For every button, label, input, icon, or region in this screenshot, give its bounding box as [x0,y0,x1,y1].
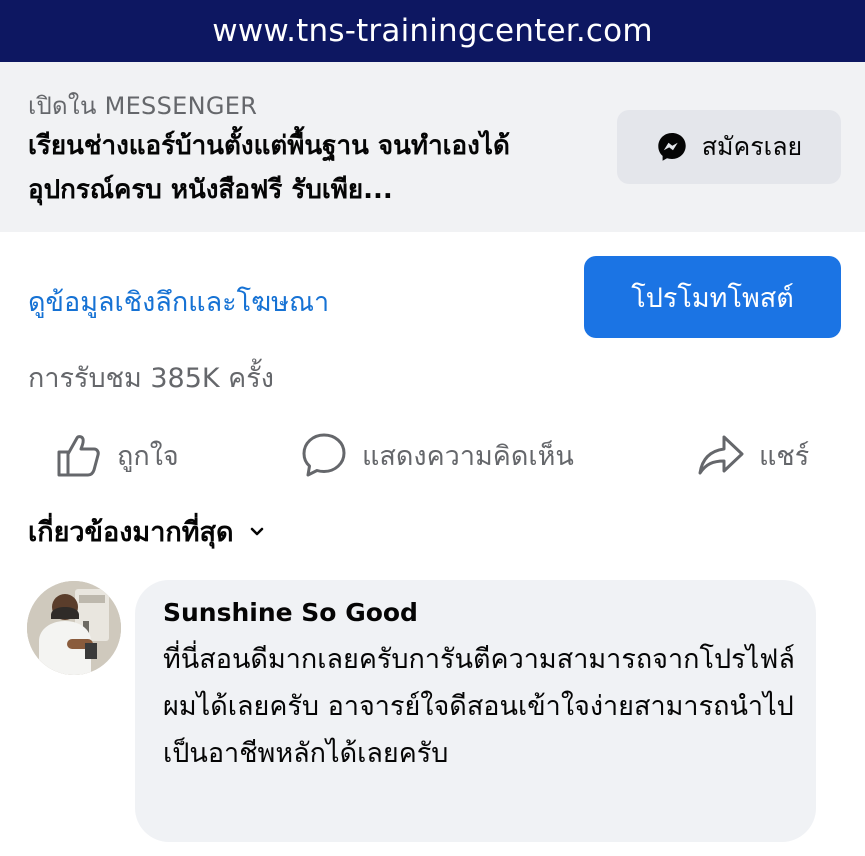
signup-label: สมัครเลย [701,132,803,161]
like-button[interactable]: ถูกใจ [55,425,179,485]
messenger-icon [656,131,688,163]
ad-title[interactable]: เรียนช่างแอร์บ้านตั้งแต่พื้นฐาน จนทำเองไ… [28,124,588,212]
share-label: แชร์ [759,440,810,472]
messenger-ad-panel: เปิดใน MESSENGER เรียนช่างแอร์บ้านตั้งแต… [0,62,865,232]
comment-label: แสดงความคิดเห็น [362,440,574,472]
comment-author[interactable]: Sunshine So Good [163,598,418,627]
promote-post-label: โปรโมทโพสต์ [631,282,794,314]
share-arrow-icon [697,433,745,477]
views-count: การรับชม 385K ครั้ง [28,363,274,394]
like-label: ถูกใจ [117,440,179,472]
open-in-messenger-label: เปิดใน MESSENGER [28,92,258,120]
chevron-down-icon [250,527,264,537]
promote-post-button[interactable]: โปรโมทโพสต์ [584,256,841,338]
signup-button[interactable]: สมัครเลย [617,110,841,184]
insights-and-ads-link[interactable]: ดูข้อมูลเชิงลึกและโฆษณา [28,280,329,323]
thumbs-up-icon [55,432,103,478]
avatar[interactable] [27,581,121,675]
share-button[interactable]: แชร์ [697,425,809,485]
banner-url: www.tns-trainingcenter.com [212,13,653,49]
comment-bubble: Sunshine So Good ที่นี่สอนดีมากเลยครับกา… [135,580,816,842]
website-banner: www.tns-trainingcenter.com [0,0,865,62]
comment-button[interactable]: แสดงความคิดเห็น [300,425,574,485]
comment-sort-dropdown[interactable]: เกี่ยวข้องมากที่สุด [28,510,264,553]
comment-text: ที่นี่สอนดีมากเลยครับการันตีความสามารถจา… [163,644,795,769]
sort-label: เกี่ยวข้องมากที่สุด [28,517,234,548]
comment-bubble-icon [300,431,348,479]
